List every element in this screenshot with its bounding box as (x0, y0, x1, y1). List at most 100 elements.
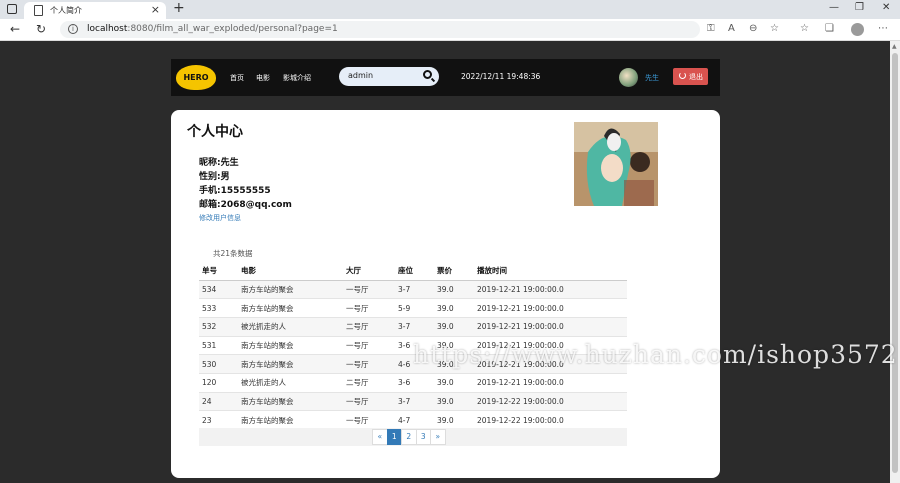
table-row: 120 被光抓走的人 二号厅 3-6 39.0 2019-12-21 19:00:00.0 (199, 372, 627, 393)
cell-movie: 南方车站的聚会 (238, 391, 343, 411)
record-count: 共21条数据 (213, 249, 253, 258)
page-button-1[interactable]: 1 (386, 429, 402, 445)
cell-order-id: 531 (199, 335, 238, 355)
search-input[interactable]: admin (339, 67, 439, 86)
column-header-movie: 电影 (238, 262, 343, 281)
site-info-icon[interactable]: i (68, 24, 78, 34)
browser-tab[interactable]: 个人简介 × (24, 2, 166, 19)
read-aloud-icon[interactable]: A (728, 23, 735, 34)
table-row: 23 南方车站的聚会 一号厅 4-7 39.0 2019-12-22 19:00:00.0 (199, 410, 627, 430)
browser-tab-strip: 个人简介 × + — ❐ ✕ (0, 0, 900, 19)
table-header-row: 单号 电影 大厅 座位 票价 播放时间 (199, 262, 627, 281)
page-title: 个人中心 (187, 124, 243, 140)
zoom-icon[interactable]: ⊖ (749, 23, 757, 34)
scrollbar-thumb[interactable] (892, 53, 898, 473)
new-tab-icon[interactable]: + (173, 0, 185, 16)
cell-order-id: 532 (199, 316, 238, 337)
cell-order-id: 24 (199, 391, 238, 411)
cell-seat: 5-9 (395, 298, 434, 318)
cell-seat: 3-7 (395, 316, 434, 337)
close-tab-icon[interactable]: × (151, 3, 160, 16)
cell-movie: 南方车站的聚会 (238, 354, 343, 374)
reload-icon[interactable]: ↻ (36, 22, 46, 36)
cell-movie: 南方车站的聚会 (238, 335, 343, 355)
cell-movie: 被光抓走的人 (238, 372, 343, 393)
cell-order-id: 120 (199, 372, 238, 393)
cell-seat: 3-7 (395, 391, 434, 411)
next-page-button[interactable]: » (430, 429, 446, 445)
logo-text: HERO (183, 73, 209, 82)
cell-seat: 4-7 (395, 410, 434, 430)
cell-showtime: 2019-12-21 19:00:00.0 (474, 316, 627, 337)
pagination: « 1 2 3 » (372, 429, 446, 445)
page-button-2[interactable]: 2 (401, 429, 417, 445)
nickname-text: 昵称:先生 (199, 158, 239, 168)
gender-text: 性别:男 (199, 172, 230, 182)
favorites-list-icon[interactable]: ☆ (800, 23, 809, 34)
cell-hall: 一号厅 (343, 298, 395, 318)
table-row: 24 南方车站的聚会 一号厅 3-7 39.0 2019-12-22 19:00:00.0 (199, 391, 627, 411)
cell-price: 39.0 (434, 391, 474, 411)
cell-price: 39.0 (434, 410, 474, 430)
cell-order-id: 23 (199, 410, 238, 430)
column-header-hall: 大厅 (343, 262, 395, 281)
cell-showtime: 2019-12-22 19:00:00.0 (474, 410, 627, 430)
power-icon (679, 72, 686, 79)
edit-user-info-link[interactable]: 修改用户信息 (199, 213, 241, 223)
cell-seat: 3-7 (395, 279, 434, 299)
cell-price: 39.0 (434, 372, 474, 393)
cell-order-id: 534 (199, 279, 238, 299)
nav-link-home[interactable]: 首页 (230, 73, 244, 83)
email-text: 邮箱:2068@qq.com (199, 200, 292, 210)
address-bar[interactable]: i localhost:8080/film_all_war_exploded/p… (60, 21, 700, 38)
search-icon[interactable] (423, 70, 432, 79)
current-datetime: 2022/12/11 19:48:36 (461, 72, 541, 81)
url-text[interactable]: localhost:8080/film_all_war_exploded/per… (87, 24, 338, 34)
minimize-icon[interactable]: — (829, 2, 839, 13)
browser-toolbar: ← ↻ i localhost:8080/film_all_war_explod… (0, 19, 900, 41)
nav-link-cinema-intro[interactable]: 影城介绍 (283, 73, 311, 83)
cell-hall: 一号厅 (343, 354, 395, 374)
table-row: 532 被光抓走的人 二号厅 3-7 39.0 2019-12-21 19:00:00.0 (199, 316, 627, 337)
user-name-link[interactable]: 先生 (645, 73, 659, 83)
table-row: 533 南方车站的聚会 一号厅 5-9 39.0 2019-12-21 19:00:00.… (199, 298, 627, 318)
maximize-icon[interactable]: ❐ (855, 2, 864, 13)
prev-page-button[interactable]: « (372, 429, 388, 445)
tab-title: 个人简介 (50, 6, 82, 15)
table-row: 534 南方车站的聚会 一号厅 3-7 39.0 2019-12-21 19:00:00.… (199, 279, 627, 299)
logout-button[interactable]: 退出 (673, 68, 708, 85)
cell-hall: 一号厅 (343, 410, 395, 430)
more-icon[interactable]: ⋯ (878, 23, 888, 34)
column-header-order-id: 单号 (199, 262, 238, 281)
profile-icon[interactable] (851, 23, 864, 36)
cell-showtime: 2019-12-21 19:00:00.0 (474, 372, 627, 393)
search-value: admin (348, 71, 374, 80)
user-avatar[interactable] (619, 68, 638, 87)
cell-showtime: 2019-12-21 19:00:00.0 (474, 298, 627, 318)
logout-label: 退出 (689, 73, 703, 81)
back-icon[interactable]: ← (10, 22, 20, 36)
key-icon[interactable]: ⚿ (707, 23, 715, 34)
site-navbar: HERO 首页 电影 影城介绍 admin 2022/12/11 19:48:3… (171, 59, 720, 96)
cell-hall: 二号厅 (343, 316, 395, 337)
page-button-3[interactable]: 3 (415, 429, 431, 445)
nav-link-movies[interactable]: 电影 (256, 73, 270, 83)
cell-movie: 南方车站的聚会 (238, 298, 343, 318)
cell-hall: 二号厅 (343, 372, 395, 393)
cell-hall: 一号厅 (343, 279, 395, 299)
site-logo[interactable]: HERO (176, 65, 216, 90)
cell-showtime: 2019-12-22 19:00:00.0 (474, 391, 627, 411)
profile-card: 个人中心 昵称:先生 性别:男 手机:15555555 邮箱:2068@qq.c… (171, 110, 720, 478)
window-close-icon[interactable]: ✕ (882, 2, 890, 13)
scroll-up-icon[interactable]: ▲ (892, 43, 897, 50)
window-menu-icon[interactable] (7, 4, 17, 14)
column-header-showtime: 播放时间 (474, 262, 627, 281)
scrollbar[interactable]: ▲ (890, 41, 900, 483)
cell-movie: 南方车站的聚会 (238, 410, 343, 430)
cell-movie: 被光抓走的人 (238, 316, 343, 337)
favorite-icon[interactable]: ☆ (770, 23, 779, 34)
collections-icon[interactable]: ❏ (825, 23, 834, 34)
cell-hall: 一号厅 (343, 335, 395, 355)
cell-showtime: 2019-12-21 19:00:00.0 (474, 279, 627, 299)
column-header-price: 票价 (434, 262, 474, 281)
